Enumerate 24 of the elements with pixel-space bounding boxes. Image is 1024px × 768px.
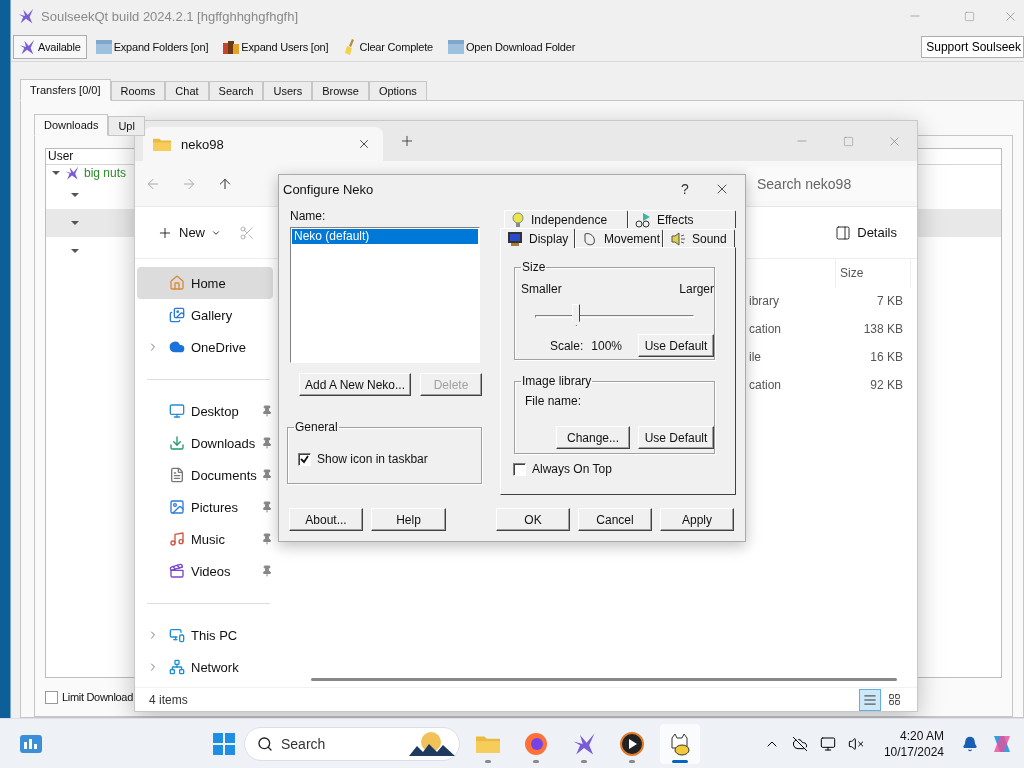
table-cell-text: 92 KB xyxy=(869,378,904,392)
scale-label: Scale: xyxy=(549,338,584,353)
slider-label: Smaller xyxy=(521,282,562,296)
field-label: Name: xyxy=(290,209,327,223)
slider-label: Larger xyxy=(679,282,714,296)
user-name: big nuts xyxy=(84,166,127,180)
field-label: File name: xyxy=(525,394,583,408)
table-cell-text: 16 KB xyxy=(869,350,904,364)
table-cell-text: cation xyxy=(749,322,783,336)
table-cell-text: 138 KB xyxy=(862,322,904,336)
group-label: General xyxy=(294,420,339,434)
table-cell-text: cation xyxy=(749,378,783,392)
checkbox-label: Limit Download xyxy=(62,691,133,703)
table-cell-text: ile xyxy=(749,350,762,364)
checkbox-label: Show icon in taskbar xyxy=(317,452,428,466)
scale-value: 100% xyxy=(591,338,622,353)
window-title: SoulseekQt build 2024.2.1 [hgffghhghgfhgfh] xyxy=(41,8,299,24)
group-label: Image library xyxy=(521,374,593,388)
status-text: 4 items xyxy=(149,692,188,707)
checkbox-label: Always On Top xyxy=(532,462,612,476)
table-cell-text: 7 KB xyxy=(876,294,904,308)
table-cell-text: ibrary xyxy=(749,294,780,308)
dialog-title: Configure Neko xyxy=(283,181,375,197)
group-label: Size xyxy=(521,260,547,274)
